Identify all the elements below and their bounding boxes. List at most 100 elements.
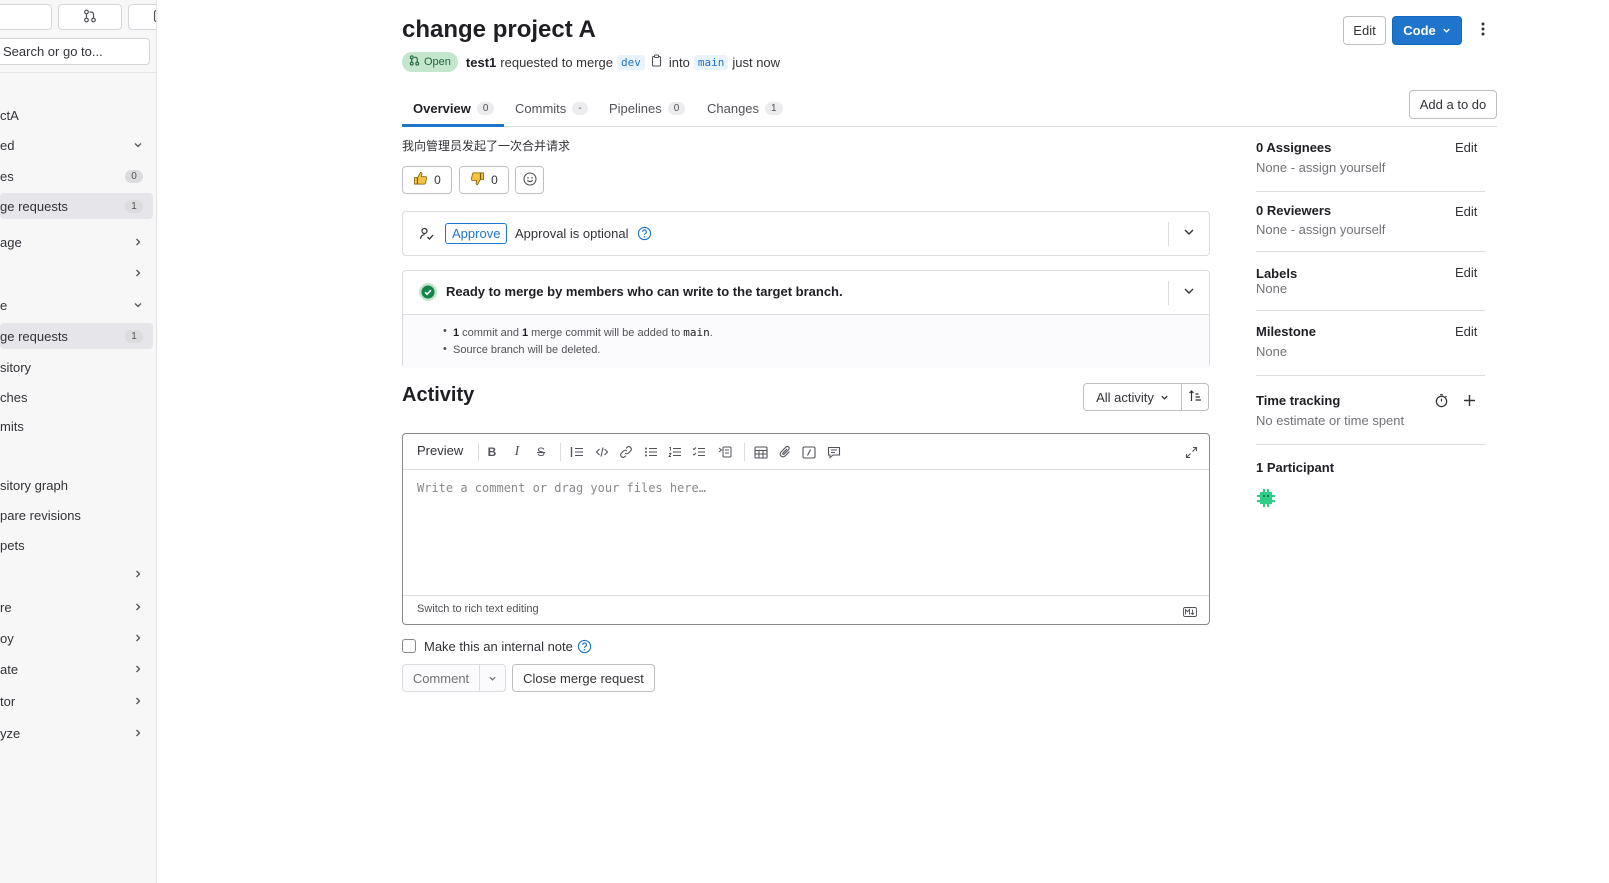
strikethrough-icon[interactable]: S	[533, 444, 549, 460]
sidebar-search-input[interactable]: Search or go to...	[0, 38, 150, 65]
fullscreen-icon[interactable]	[1183, 444, 1199, 460]
collapsible-section-icon[interactable]	[717, 444, 733, 460]
bold-icon[interactable]: B	[484, 444, 500, 460]
comment-button[interactable]: Comment	[402, 664, 480, 692]
sidebar-item[interactable]: ate	[0, 656, 153, 682]
add-reaction-button[interactable]	[515, 166, 544, 194]
sidebar-item-label: re	[0, 599, 12, 615]
kebab-menu-icon	[1481, 22, 1485, 39]
labels-edit-button[interactable]: Edit	[1455, 265, 1477, 280]
merge-requests-shortcut-button[interactable]	[58, 4, 122, 30]
sidebar-item-trailing	[133, 594, 143, 620]
sidebar-item[interactable]: age	[0, 229, 153, 255]
assign-yourself-link[interactable]: None - assign yourself	[1256, 160, 1385, 175]
close-merge-request-button[interactable]: Close merge request	[512, 664, 655, 692]
expand-approval-chevron-icon[interactable]	[1183, 226, 1195, 241]
approve-button[interactable]: Approve	[445, 223, 508, 244]
help-icon[interactable]	[577, 639, 592, 657]
quote-icon[interactable]	[569, 444, 585, 460]
sidebar-item[interactable]: es 0	[0, 163, 153, 189]
assignees-title: 0 Assignees	[1256, 140, 1332, 155]
sidebar-item[interactable]: ge requests 1	[0, 323, 153, 349]
numbered-list-icon[interactable]	[667, 444, 683, 460]
thumbs-up-award-button[interactable]: 0	[402, 166, 452, 194]
page-title: change project A	[402, 16, 596, 43]
activity-filter-label: All activity	[1096, 389, 1154, 405]
preview-tab[interactable]: Preview	[417, 443, 463, 458]
table-icon[interactable]	[753, 444, 769, 460]
bullet-list-icon[interactable]	[643, 444, 659, 460]
activity-filter-dropdown[interactable]: All activity	[1083, 383, 1182, 411]
todos-shortcut-button[interactable]	[128, 4, 156, 30]
expand-merge-chevron-icon[interactable]	[1183, 285, 1195, 300]
link-icon[interactable]	[618, 444, 634, 460]
sidebar-item[interactable]: oy	[0, 625, 153, 651]
time-tracking-value: No estimate or time spent	[1256, 413, 1405, 428]
source-branch[interactable]: dev	[617, 54, 645, 70]
chevron-down-icon	[1442, 23, 1451, 38]
edit-button[interactable]: Edit	[1343, 16, 1386, 45]
sidebar-item-trailing	[133, 132, 143, 158]
more-actions-button[interactable]	[1474, 20, 1492, 40]
comment-editor: Preview B I S Write a comment or drag yo…	[402, 433, 1210, 625]
sidebar-item[interactable]: re	[0, 594, 153, 620]
stopwatch-icon[interactable]	[1434, 393, 1449, 411]
italic-icon[interactable]: I	[509, 444, 525, 460]
sidebar-item[interactable]: pets	[0, 532, 153, 558]
tab-changes[interactable]: Changes 1	[707, 90, 783, 127]
switch-rich-text-button[interactable]: Switch to rich text editing	[417, 603, 539, 615]
reviewers-edit-button[interactable]: Edit	[1455, 204, 1477, 219]
code-dropdown-button[interactable]: Code	[1392, 16, 1462, 45]
sidebar-collapse-button[interactable]	[0, 4, 52, 30]
assign-reviewer-link[interactable]: None - assign yourself	[1256, 222, 1385, 237]
sidebar-item-trailing	[133, 260, 143, 286]
sidebar-item-label: sitory	[0, 359, 32, 375]
active-tab-indicator	[402, 124, 504, 127]
sidebar-separator	[1256, 444, 1485, 445]
assignees-edit-button[interactable]: Edit	[1455, 140, 1477, 155]
add-todo-button[interactable]: Add a to do	[1409, 90, 1497, 119]
internal-note-checkbox[interactable]	[402, 639, 416, 653]
sidebar-item[interactable]: ge requests 1	[0, 193, 153, 219]
thumbs-down-award-button[interactable]: 0	[459, 166, 509, 194]
editor-toolbar: Preview B I S	[403, 434, 1209, 470]
sidebar-item[interactable]: mits	[0, 413, 153, 439]
sidebar-item[interactable]: sitory graph	[0, 472, 153, 498]
sidebar-item[interactable]: pare revisions	[0, 502, 153, 528]
chevron-right-icon	[133, 567, 143, 582]
sidebar-item[interactable]: yze	[0, 720, 153, 746]
author-link[interactable]: test1	[466, 55, 496, 70]
comment-textarea[interactable]: Write a comment or drag your files here…	[417, 481, 706, 495]
participant-avatar[interactable]	[1255, 487, 1277, 512]
sidebar-item[interactable]	[0, 561, 153, 587]
copy-branch-icon[interactable]	[651, 54, 663, 70]
help-icon[interactable]	[637, 226, 652, 244]
attach-file-icon[interactable]	[777, 444, 793, 460]
sidebar-item[interactable]: sitory	[0, 354, 153, 380]
sidebar-separator	[1256, 310, 1485, 311]
sidebar-item[interactable]: tor	[0, 688, 153, 714]
tab-overview[interactable]: Overview 0	[413, 90, 495, 127]
sidebar-item[interactable]: ctA	[0, 102, 153, 128]
comment-template-icon[interactable]	[826, 444, 842, 460]
sidebar-item[interactable]: e	[0, 292, 153, 318]
labels-title: Labels	[1256, 266, 1298, 281]
task-list-icon[interactable]	[691, 444, 707, 460]
left-sidebar: Search or go to... ctA ed es 0 ge requests 1 a…	[0, 0, 157, 883]
tab-pipelines[interactable]: Pipelines 0	[609, 90, 686, 127]
sidebar-item[interactable]: ed	[0, 132, 153, 158]
add-time-plus-icon[interactable]	[1463, 394, 1476, 410]
sidebar-item-label: mits	[0, 418, 24, 434]
milestone-edit-button[interactable]: Edit	[1455, 324, 1477, 339]
target-branch[interactable]: main	[693, 54, 729, 70]
sidebar-item[interactable]: ches	[0, 384, 153, 410]
tab-label: Overview	[413, 101, 471, 116]
comment-type-dropdown[interactable]	[479, 664, 506, 692]
sort-direction-button[interactable]	[1181, 383, 1209, 411]
panel-divider	[1168, 281, 1169, 305]
code-icon[interactable]	[594, 444, 610, 460]
chevron-right-icon	[133, 631, 143, 646]
sidebar-item[interactable]	[0, 260, 153, 286]
tab-commits[interactable]: Commits -	[515, 90, 588, 127]
slash-commands-icon[interactable]	[801, 444, 817, 460]
